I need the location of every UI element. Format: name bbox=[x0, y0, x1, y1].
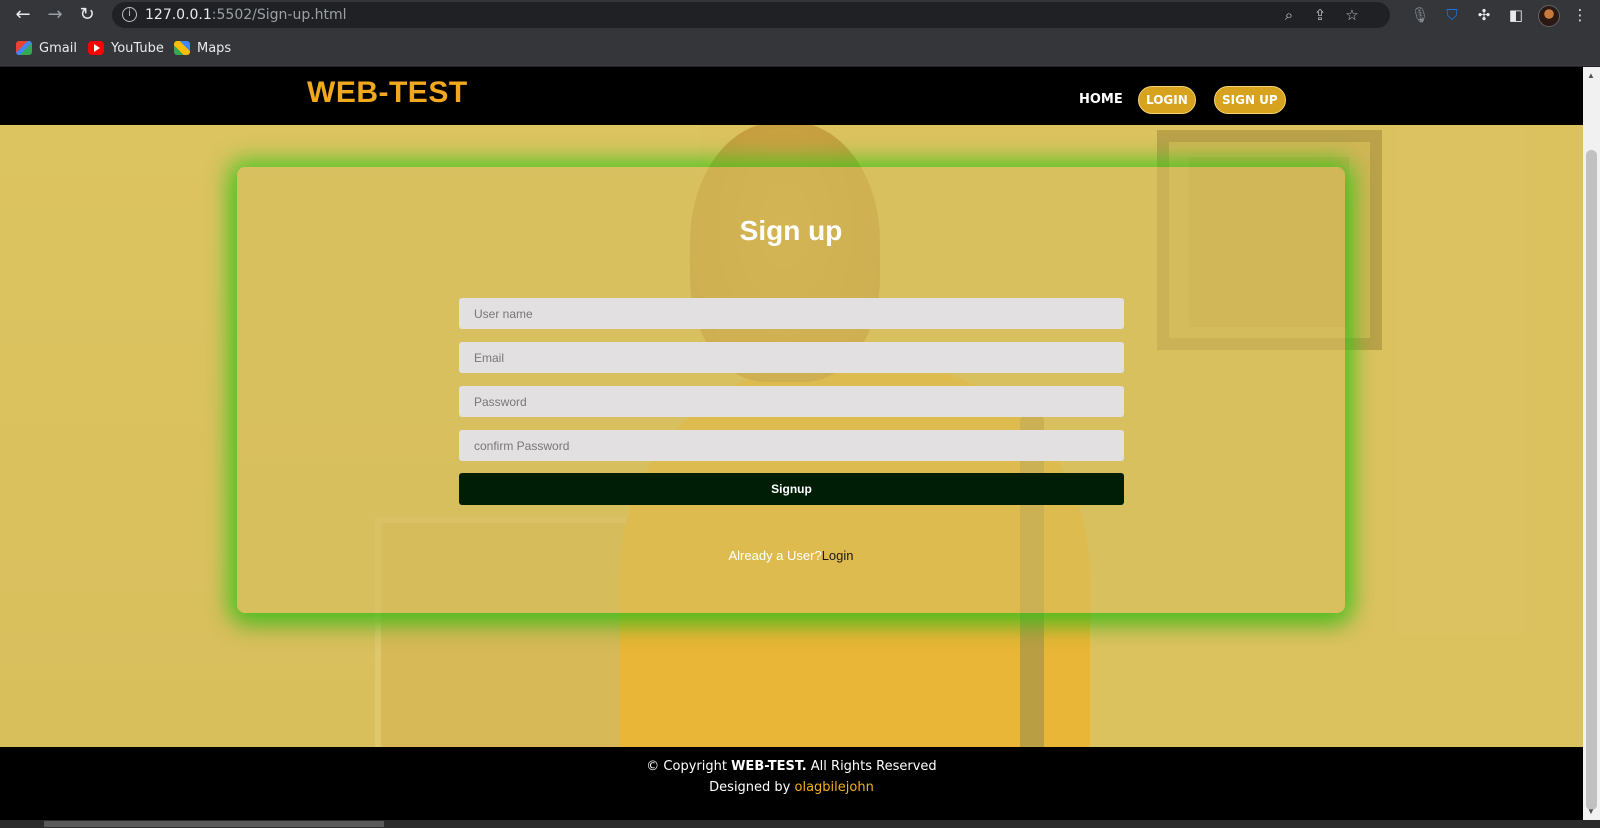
hero-background: Sign up Signup Already a User?Login bbox=[0, 122, 1583, 817]
back-arrow-icon[interactable]: ← bbox=[12, 4, 34, 26]
profile-avatar[interactable] bbox=[1538, 5, 1560, 27]
nav-signup-button[interactable]: SIGN UP bbox=[1214, 86, 1286, 114]
share-icon[interactable]: ⇪ bbox=[1311, 6, 1329, 24]
bookmark-gmail[interactable]: Gmail bbox=[16, 38, 77, 58]
address-bar[interactable]: i 127.0.0.1:5502/Sign-up.html ⌕ ⇪ ☆ bbox=[112, 2, 1390, 28]
shield-extension-icon[interactable]: ⛉ bbox=[1442, 5, 1462, 25]
nav-login-button[interactable]: LOGIN bbox=[1138, 86, 1196, 114]
scroll-down-arrow-icon[interactable]: ▼ bbox=[1587, 807, 1595, 816]
signup-card: Sign up Signup Already a User?Login bbox=[237, 167, 1345, 613]
reload-icon[interactable]: ↻ bbox=[76, 4, 98, 26]
vertical-scrollbar[interactable]: ▲ ▼ bbox=[1583, 67, 1600, 820]
zoom-icon[interactable]: ⌕ bbox=[1280, 6, 1298, 24]
browser-toolbar: ← → ↻ i 127.0.0.1:5502/Sign-up.html ⌕ ⇪ … bbox=[0, 0, 1600, 30]
bookmarks-bar: Gmail YouTube Maps bbox=[0, 30, 1600, 66]
username-input[interactable] bbox=[459, 298, 1124, 329]
bookmark-star-icon[interactable]: ☆ bbox=[1343, 6, 1361, 24]
login-link[interactable]: Login bbox=[822, 548, 854, 563]
maps-icon bbox=[174, 41, 190, 55]
page-title: Sign up bbox=[739, 215, 843, 246]
signup-button[interactable]: Signup bbox=[459, 473, 1124, 505]
side-panel-icon[interactable]: ◧ bbox=[1506, 5, 1526, 25]
nav-home-link[interactable]: HOME bbox=[1079, 92, 1123, 107]
copyright-text: © Copyright WEB-TEST. All Rights Reserve… bbox=[646, 759, 937, 774]
site-logo[interactable]: WEB-TEST bbox=[307, 76, 468, 110]
page-viewport: Sign up Signup Already a User?Login WEB-… bbox=[0, 67, 1583, 820]
microphone-icon[interactable]: 🎙 bbox=[1410, 5, 1430, 25]
site-info-icon[interactable]: i bbox=[122, 7, 137, 22]
password-input[interactable] bbox=[459, 386, 1124, 417]
email-input[interactable] bbox=[459, 342, 1124, 373]
extensions-puzzle-icon[interactable]: ✣ bbox=[1474, 5, 1494, 25]
horizontal-scrollbar[interactable] bbox=[0, 820, 1600, 828]
forward-arrow-icon[interactable]: → bbox=[44, 4, 66, 26]
horizontal-scrollbar-thumb[interactable] bbox=[44, 821, 384, 827]
scroll-up-arrow-icon[interactable]: ▲ bbox=[1587, 71, 1595, 80]
confirm-password-input[interactable] bbox=[459, 430, 1124, 461]
youtube-icon bbox=[88, 41, 104, 55]
menu-kebab-icon[interactable]: ⋮ bbox=[1570, 5, 1590, 25]
already-user-text: Already a User?Login bbox=[728, 548, 854, 563]
site-footer: © Copyright WEB-TEST. All Rights Reserve… bbox=[0, 747, 1583, 820]
url-text[interactable]: 127.0.0.1:5502/Sign-up.html bbox=[145, 7, 347, 23]
site-header: WEB-TEST HOME LOGIN SIGN UP bbox=[0, 67, 1583, 125]
designed-by-text: Designed by olagbilejohn bbox=[709, 780, 874, 795]
bookmark-youtube[interactable]: YouTube bbox=[88, 38, 164, 58]
scrollbar-thumb[interactable] bbox=[1586, 150, 1597, 810]
bookmark-maps[interactable]: Maps bbox=[174, 38, 231, 58]
gmail-icon bbox=[16, 41, 32, 55]
designer-link[interactable]: olagbilejohn bbox=[795, 780, 874, 795]
